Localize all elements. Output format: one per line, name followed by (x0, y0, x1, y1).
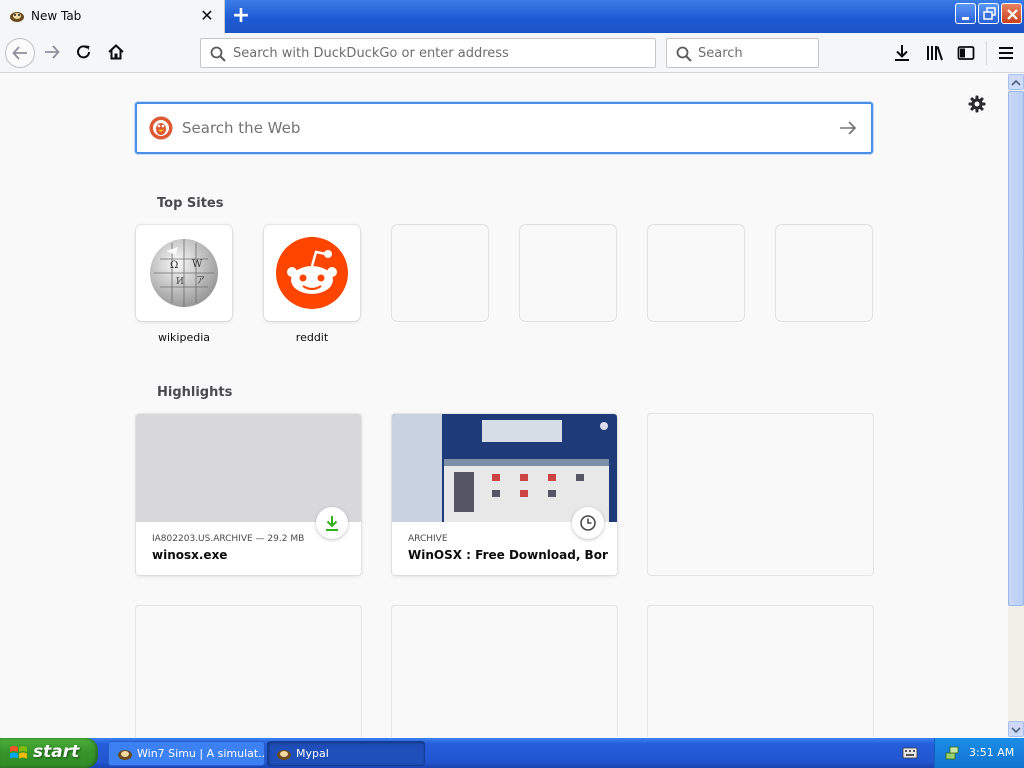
wikipedia-globe-icon: Ω W И ア (150, 239, 218, 307)
svg-text:Ω: Ω (170, 260, 178, 271)
search-icon (676, 46, 692, 62)
close-tab-icon[interactable]: ✕ (199, 8, 215, 24)
home-button[interactable] (102, 38, 132, 68)
search-input[interactable] (698, 39, 813, 67)
close-window-button[interactable] (1001, 3, 1022, 24)
taskbar: start Win7 Simu | A simulat... Mypal 3:5… (0, 738, 1024, 768)
sidebar-icon[interactable] (956, 43, 976, 63)
top-site-label: wikipedia (157, 331, 210, 344)
new-tab-button[interactable]: + (229, 4, 253, 28)
svg-text:W: W (192, 259, 203, 270)
highlight-title: WinOSX : Free Download, Borro… (408, 548, 608, 562)
highlight-card-winosx-archive[interactable]: ARCHIVE WinOSX : Free Download, Borro… (392, 414, 617, 575)
top-site-empty[interactable] (648, 225, 744, 321)
system-tray: 3:51 AM (934, 738, 1024, 768)
highlight-card-empty (136, 606, 361, 737)
highlight-card-empty (648, 414, 873, 575)
mypal-app-icon (118, 750, 132, 760)
close-icon (1007, 9, 1018, 20)
back-button[interactable] (5, 38, 35, 68)
top-site-reddit[interactable] (264, 225, 360, 321)
download-badge (316, 507, 348, 539)
reload-button[interactable] (70, 38, 100, 68)
clock-icon (580, 515, 596, 531)
top-site-empty[interactable] (776, 225, 872, 321)
address-input[interactable] (233, 39, 648, 67)
top-sites-heading: Top Sites (157, 196, 224, 211)
duckduckgo-logo-icon (149, 116, 173, 140)
top-site-wikipedia[interactable]: Ω W И ア (136, 225, 232, 321)
highlight-thumbnail (136, 414, 361, 522)
highlight-card-empty (392, 606, 617, 737)
top-site-empty[interactable] (520, 225, 616, 321)
restore-icon (983, 7, 996, 20)
reload-icon (77, 45, 90, 59)
keyboard-icon[interactable] (902, 746, 918, 760)
web-search-input[interactable] (182, 104, 812, 152)
minimize-button[interactable] (955, 3, 976, 24)
arrow-right-icon[interactable] (837, 118, 859, 138)
new-tab-page: Top Sites Ω W И ア wikipedia reddi (0, 74, 1008, 737)
scroll-down-button[interactable] (1008, 721, 1024, 737)
gear-icon[interactable] (967, 94, 987, 114)
chevron-up-icon (1011, 79, 1021, 86)
mypal-app-icon (277, 750, 291, 760)
mypal-favicon-icon (10, 12, 24, 22)
highlight-source: ARCHIVE (408, 534, 448, 544)
chevron-down-icon (1011, 727, 1021, 734)
svg-text:ア: ア (196, 276, 205, 286)
top-site-empty[interactable] (392, 225, 488, 321)
title-bar: New Tab ✕ + (0, 0, 1024, 33)
taskbar-item-win7-simu[interactable]: Win7 Simu | A simulat... (108, 741, 265, 766)
reddit-alien-icon (276, 237, 348, 309)
highlight-thumbnail (392, 414, 617, 522)
top-site-label: reddit (295, 331, 329, 344)
download-icon (326, 516, 338, 531)
vertical-scrollbar[interactable] (1008, 74, 1024, 737)
highlight-card-empty (648, 606, 873, 737)
highlights-heading: Highlights (157, 385, 233, 400)
arrow-left-icon (12, 46, 27, 60)
start-button[interactable]: start (0, 738, 98, 768)
svg-text:И: И (176, 277, 184, 287)
clock: 3:51 AM (969, 746, 1015, 759)
hamburger-menu-icon[interactable] (996, 43, 1016, 63)
tab-title: New Tab (31, 9, 82, 23)
windows-logo-icon (10, 746, 27, 759)
search-bar[interactable] (666, 38, 819, 68)
library-icon[interactable] (925, 43, 945, 63)
highlight-source: IA802203.US.ARCHIVE — 29.2 MB (152, 534, 305, 544)
web-search-box[interactable] (135, 102, 873, 154)
home-icon (108, 44, 124, 60)
address-bar[interactable] (200, 38, 656, 68)
minimize-icon (962, 17, 969, 20)
highlight-title: winosx.exe (152, 548, 228, 562)
restore-button[interactable] (978, 3, 999, 24)
toolbar-separator (986, 41, 987, 65)
scroll-up-button[interactable] (1008, 74, 1024, 90)
arrow-right-icon (45, 45, 60, 59)
scroll-thumb[interactable] (1008, 91, 1024, 606)
downloads-icon[interactable] (892, 43, 912, 63)
taskbar-item-label: Mypal (296, 747, 329, 760)
highlight-card-winosx-exe[interactable]: IA802203.US.ARCHIVE — 29.2 MB winosx.exe (136, 414, 361, 575)
tab-new-tab[interactable]: New Tab ✕ (0, 0, 225, 33)
forward-button[interactable] (38, 38, 68, 68)
start-label: start (33, 742, 80, 762)
network-icon[interactable] (944, 745, 960, 761)
navigation-toolbar (0, 33, 1024, 73)
history-badge (572, 507, 604, 539)
search-icon (210, 46, 226, 62)
taskbar-item-mypal[interactable]: Mypal (267, 741, 425, 766)
taskbar-item-label: Win7 Simu | A simulat... (137, 747, 265, 760)
